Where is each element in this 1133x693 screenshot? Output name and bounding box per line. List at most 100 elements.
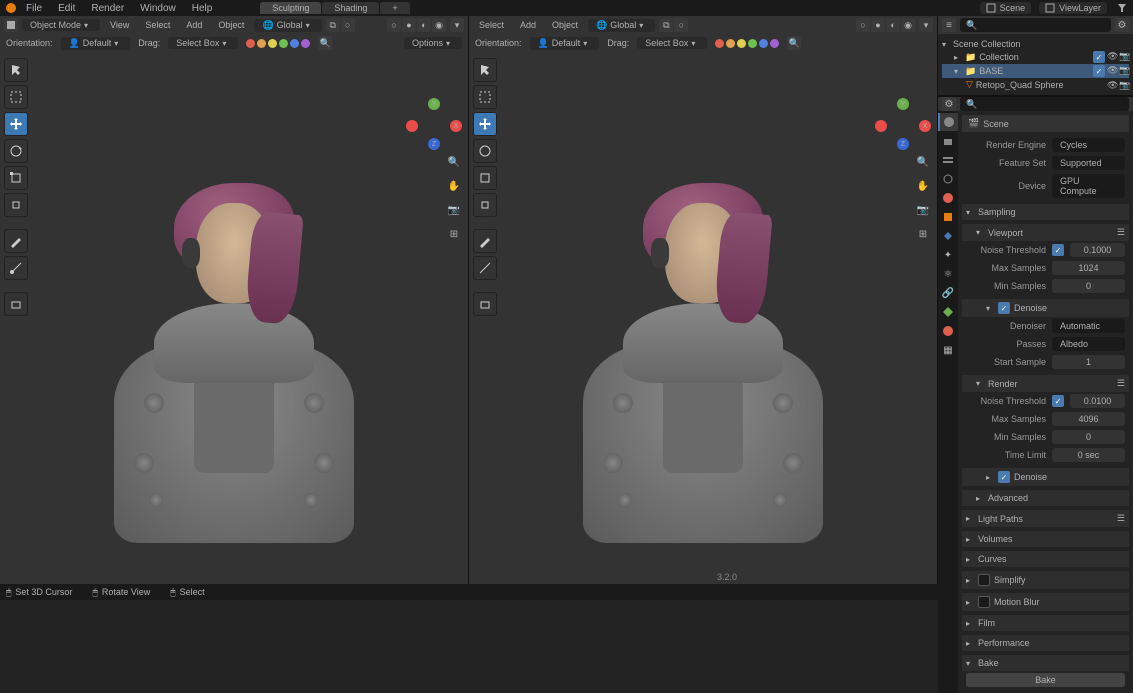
world-tab-icon[interactable] xyxy=(938,189,958,207)
drag-dropdown[interactable]: Select Box ▾ xyxy=(168,37,238,49)
max-samples-r[interactable]: 4096 xyxy=(1052,412,1125,426)
proportional-icon[interactable]: ○ xyxy=(341,18,355,32)
proportional-icon-r[interactable]: ○ xyxy=(674,18,688,32)
select-box-tool-r[interactable] xyxy=(473,85,497,109)
shading-dropdown-icon-r[interactable]: ▾ xyxy=(919,18,933,32)
viewlayer-tab-icon[interactable] xyxy=(938,151,958,169)
menu-window[interactable]: Window xyxy=(132,3,184,14)
vh-select[interactable]: Select xyxy=(139,19,176,31)
blender-icon[interactable] xyxy=(4,1,18,15)
annotate-tool-r[interactable] xyxy=(473,229,497,253)
tree-retopo[interactable]: ▽ Retopo_Quad Sphere 👁📷 xyxy=(942,78,1129,91)
transform-tool-r[interactable] xyxy=(473,193,497,217)
move-tool-r[interactable] xyxy=(473,112,497,136)
transform-orientation-r[interactable]: 🌐 Global ▾ xyxy=(588,19,655,32)
color-dot-red[interactable] xyxy=(246,39,255,48)
list-icon[interactable]: ☰ xyxy=(1117,227,1125,238)
workspace-tab-shading[interactable]: Shading xyxy=(322,2,379,14)
device-dropdown[interactable]: GPU Compute xyxy=(1052,174,1125,198)
vh-object-r[interactable]: Object xyxy=(546,19,584,31)
move-tool[interactable] xyxy=(4,112,28,136)
menu-file[interactable]: File xyxy=(18,3,50,14)
time-limit-value[interactable]: 0 sec xyxy=(1052,448,1125,462)
object-tab-icon[interactable] xyxy=(938,208,958,226)
outliner-type-icon[interactable]: ≡ xyxy=(942,18,956,32)
motion-blur-check[interactable] xyxy=(978,596,990,608)
viewport-3d-right[interactable]: Y X Z 🔍 ✋ 📷 ⊞ xyxy=(469,52,937,600)
pan-icon[interactable]: ✋ xyxy=(444,176,464,196)
denoise-vp-section[interactable]: ▾✓Denoise xyxy=(962,299,1129,317)
light-paths-section[interactable]: ▸Light Paths☰ xyxy=(962,510,1129,527)
select-box-tool[interactable] xyxy=(4,85,28,109)
render-engine-dropdown[interactable]: Cycles xyxy=(1052,138,1125,152)
simplify-check[interactable] xyxy=(978,574,990,586)
annotate-tool[interactable] xyxy=(4,229,28,253)
camera-icon-r[interactable]: 📷 xyxy=(913,200,933,220)
pan-icon-r[interactable]: ✋ xyxy=(913,176,933,196)
scene-tab-icon[interactable] xyxy=(938,170,958,188)
context-path[interactable]: 🎬 Scene xyxy=(962,115,1129,132)
nav-gizmo[interactable]: Y X Z xyxy=(410,102,458,150)
performance-section[interactable]: ▸Performance xyxy=(962,635,1129,651)
scale-tool-r[interactable] xyxy=(473,166,497,190)
solid-shading-icon[interactable]: ● xyxy=(402,18,416,32)
list-icon-r[interactable]: ☰ xyxy=(1117,378,1125,389)
film-section[interactable]: ▸Film xyxy=(962,615,1129,631)
search-tool-icon-r[interactable]: 🔍 xyxy=(787,36,801,50)
transform-orientation[interactable]: 🌐 Global ▾ xyxy=(254,19,321,32)
color-dot-purple[interactable] xyxy=(301,39,310,48)
zoom-icon[interactable]: 🔍 xyxy=(444,152,464,172)
menu-edit[interactable]: Edit xyxy=(50,3,83,14)
search-tool-icon[interactable]: 🔍 xyxy=(318,36,332,50)
vh-select-r[interactable]: Select xyxy=(473,19,510,31)
solid-shading-icon-r[interactable]: ● xyxy=(871,18,885,32)
material-shading-icon[interactable]: ◐ xyxy=(417,18,431,32)
filter-icon[interactable] xyxy=(1115,1,1129,15)
outliner-search[interactable] xyxy=(960,18,1111,32)
rendered-shading-icon-r[interactable]: ◉ xyxy=(901,18,915,32)
measure-tool-r[interactable] xyxy=(473,256,497,280)
nav-gizmo-r[interactable]: Y X Z xyxy=(879,102,927,150)
properties-search[interactable] xyxy=(960,97,1129,111)
vh-object[interactable]: Object xyxy=(212,19,250,31)
orientation-dropdown-r[interactable]: 👤 Default ▾ xyxy=(530,37,600,50)
snap-icon-r[interactable]: ⧉ xyxy=(659,18,673,32)
curves-section[interactable]: ▸Curves xyxy=(962,551,1129,567)
material-tab-icon[interactable] xyxy=(938,322,958,340)
shading-dropdown-icon[interactable]: ▾ xyxy=(450,18,464,32)
min-samples-r[interactable]: 0 xyxy=(1052,430,1125,444)
texture-tab-icon[interactable]: ▦ xyxy=(938,341,958,359)
render-section[interactable]: ▾Render☰ xyxy=(962,375,1129,392)
volumes-section[interactable]: ▸Volumes xyxy=(962,531,1129,547)
add-tool-r[interactable] xyxy=(473,292,497,316)
denoiser-dropdown[interactable]: Automatic xyxy=(1052,319,1125,333)
props-type-icon[interactable]: ⚙ xyxy=(942,97,956,111)
viewport-section[interactable]: ▾Viewport☰ xyxy=(962,224,1129,241)
particles-tab-icon[interactable]: ✦ xyxy=(938,246,958,264)
workspace-tab-add[interactable]: + xyxy=(380,2,409,14)
noise-threshold-check-vp[interactable]: ✓ xyxy=(1052,244,1064,256)
sampling-section[interactable]: ▾Sampling xyxy=(962,204,1129,220)
wire-shading-icon-r[interactable]: ○ xyxy=(856,18,870,32)
camera-icon[interactable]: 📷 xyxy=(444,200,464,220)
output-tab-icon[interactable] xyxy=(938,132,958,150)
data-tab-icon[interactable] xyxy=(938,303,958,321)
physics-tab-icon[interactable]: ⚛ xyxy=(938,265,958,283)
scene-selector[interactable]: Scene xyxy=(980,2,1032,14)
perspective-icon-r[interactable]: ⊞ xyxy=(913,224,933,244)
editor-type-icon[interactable] xyxy=(4,18,18,32)
feature-set-dropdown[interactable]: Supported xyxy=(1052,156,1125,170)
max-samples-vp[interactable]: 1024 xyxy=(1052,261,1125,275)
cursor-tool-r[interactable] xyxy=(473,58,497,82)
noise-threshold-check-r[interactable]: ✓ xyxy=(1052,395,1064,407)
tree-collection[interactable]: ▸📁 Collection ✓👁📷 xyxy=(942,50,1129,64)
start-sample-value[interactable]: 1 xyxy=(1052,355,1125,369)
denoise-r-check[interactable]: ✓ xyxy=(998,471,1010,483)
color-dot-blue[interactable] xyxy=(290,39,299,48)
zoom-icon-r[interactable]: 🔍 xyxy=(913,152,933,172)
transform-tool[interactable] xyxy=(4,193,28,217)
min-samples-vp[interactable]: 0 xyxy=(1052,279,1125,293)
vh-add[interactable]: Add xyxy=(180,19,208,31)
perspective-icon[interactable]: ⊞ xyxy=(444,224,464,244)
render-tab-icon[interactable] xyxy=(938,113,958,131)
